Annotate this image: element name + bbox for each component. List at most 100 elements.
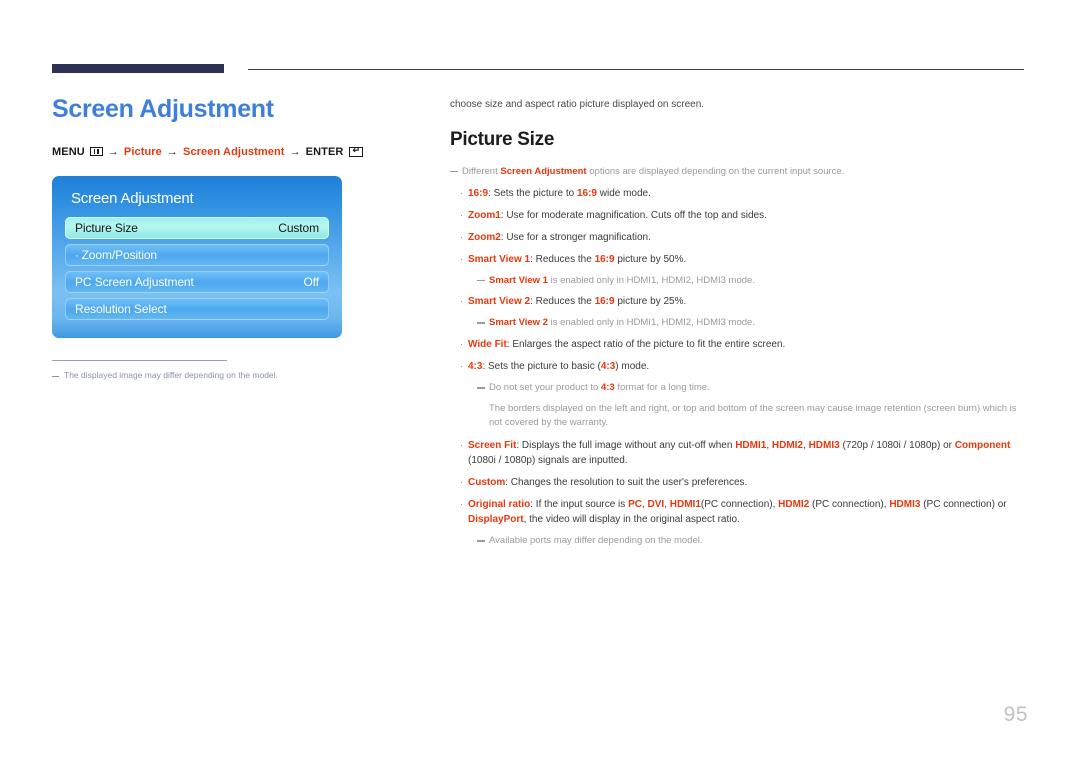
note-post: options are displayed depending on the c…	[586, 165, 845, 177]
source-hdmi3-tail: (PC connection)	[920, 499, 995, 511]
bullet-marker-icon: ·	[460, 187, 463, 198]
breadcrumb-item-screen-adjustment[interactable]: Screen Adjustment	[183, 146, 285, 158]
left-footnote-block: The displayed image may differ depending…	[52, 359, 342, 381]
list-item-body-pre: : Use for moderate magnification. Cuts o…	[500, 209, 767, 221]
port-component: Component	[954, 440, 1011, 452]
list-item-tail: (1080i / 1080p) signals are inputted.	[468, 455, 628, 467]
line2-tail: , the video will display in the original…	[523, 514, 740, 526]
osd-row-label: Zoom/Position	[81, 247, 158, 262]
header-rules	[52, 64, 1024, 76]
list-item-zoom2: · Zoom2: Use for a stronger magnificatio…	[450, 230, 1028, 245]
osd-row-value: Off	[303, 274, 320, 289]
left-column: Screen Adjustment MENU → Picture → Scree…	[52, 95, 422, 381]
note-different-options: Different Screen Adjustment options are …	[450, 165, 1028, 179]
list-item-term: Smart View 1	[468, 253, 531, 265]
dash-marker-icon	[450, 170, 458, 173]
list-item-body-pre: : Displays the full image without any cu…	[516, 440, 736, 452]
bullet-marker-icon: ·	[460, 231, 463, 242]
dash-marker-icon	[477, 279, 485, 282]
breadcrumb-item-picture[interactable]: Picture	[124, 146, 162, 158]
bullet-marker-icon: ·	[460, 361, 463, 372]
list-item-wide-fit: · Wide Fit: Enlarges the aspect ratio of…	[450, 337, 1028, 352]
note-text: Smart View 2 is enabled only in HDMI1, H…	[489, 317, 755, 329]
list-item-body-pre: : Reduces the	[530, 253, 595, 265]
source-pc: PC	[628, 499, 642, 511]
list-item-text: Screen Fit: Displays the full image with…	[468, 440, 1011, 467]
osd-row-zoom-position[interactable]: · Zoom/Position	[65, 243, 329, 266]
left-footnote-text: The displayed image may differ depending…	[64, 369, 278, 380]
list-item-term: Screen Fit	[468, 440, 517, 452]
list-item-body-pre: : Enlarges the aspect ratio of the pictu…	[506, 339, 786, 351]
list-item-body-post: picture by 25%.	[614, 296, 687, 308]
header-rule-thin	[248, 69, 1024, 70]
osd-row-prefix-dot: ·	[75, 249, 79, 262]
list-item-text: Wide Fit: Enlarges the aspect ratio of t…	[468, 337, 1028, 352]
list-item-text: 4:3: Sets the picture to basic (4:3) mod…	[468, 359, 1028, 374]
list-item-mid: (720p / 1080i / 1080p) or	[839, 440, 955, 452]
note-port-1: HDMI1	[626, 317, 657, 329]
note-port-2: HDMI2	[661, 317, 692, 329]
list-item-term: Smart View 2	[468, 296, 531, 308]
note-4-3-warning: Do not set your product to 4:3 format fo…	[477, 381, 1028, 395]
list-item-smart-view-2: · Smart View 2: Reduces the 16:9 picture…	[450, 294, 1028, 309]
list-item-text: 16:9: Sets the picture to 16:9 wide mode…	[468, 186, 1028, 201]
note-text: Smart View 1 is enabled only in HDMI1, H…	[489, 274, 755, 286]
list-item-term: Original ratio	[468, 499, 531, 511]
bullet-marker-icon: ·	[460, 339, 463, 350]
line2-pre: or	[997, 499, 1007, 511]
note-available-ports: Available ports may differ depending on …	[477, 534, 1028, 548]
breadcrumb-arrow-1: →	[107, 145, 119, 158]
osd-row-label-wrap: · Zoom/Position	[75, 248, 157, 262]
list-item-custom: · Custom: Changes the resolution to suit…	[450, 475, 1028, 490]
enter-return-icon: ↵	[349, 146, 364, 157]
source-dvi: DVI	[647, 499, 665, 511]
port-hdmi1: HDMI1	[735, 440, 767, 452]
list-item-body-pre: : Sets the picture to	[488, 187, 577, 199]
list-item-zoom1: · Zoom1: Use for moderate magnification.…	[450, 208, 1028, 223]
list-item-text: Zoom2: Use for a stronger magnification.	[468, 230, 1028, 245]
source-hdmi3: HDMI3	[889, 499, 921, 511]
note-tail: mode.	[725, 317, 755, 329]
list-item-body-pre: : If the input source is	[530, 499, 629, 511]
dash-marker-icon	[477, 322, 485, 324]
list-item-emph: 16:9	[594, 296, 615, 308]
note-pre: Do not set your product to	[489, 382, 601, 394]
bullet-marker-icon: ·	[460, 440, 463, 451]
list-item-emph: 16:9	[576, 187, 597, 199]
list-item-term: Zoom2	[468, 231, 501, 243]
note-port-1: HDMI1	[626, 274, 657, 286]
header-rule-thick	[52, 64, 224, 73]
left-footnote: The displayed image may differ depending…	[52, 370, 342, 381]
dash-marker-icon	[477, 387, 485, 389]
list-item-16-9: · 16:9: Sets the picture to 16:9 wide mo…	[450, 186, 1028, 201]
osd-panel: Screen Adjustment Picture Size Custom · Z…	[52, 175, 342, 338]
list-item-screen-fit: · Screen Fit: Displays the full image wi…	[450, 438, 1028, 468]
osd-row-picture-size[interactable]: Picture Size Custom	[65, 216, 329, 239]
list-item-text: Smart View 1: Reduces the 16:9 picture b…	[468, 252, 1028, 267]
note-4-3-warning-continued: The borders displayed on the left and ri…	[489, 402, 1017, 428]
breadcrumb-arrow-2: →	[166, 145, 179, 158]
osd-title: Screen Adjustment	[71, 189, 194, 207]
list-item-4-3: · 4:3: Sets the picture to basic (4:3) m…	[450, 359, 1028, 374]
list-item-smart-view-1: · Smart View 1: Reduces the 16:9 picture…	[450, 252, 1028, 267]
list-item-term: 16:9	[468, 187, 489, 199]
list-item-text: Custom: Changes the resolution to suit t…	[468, 475, 1028, 490]
list-item-body-post: ) mode.	[615, 361, 650, 373]
list-item-body-pre: : Sets the picture to basic (	[482, 361, 601, 373]
list-item-text: Original ratio: If the input source is P…	[468, 499, 1007, 526]
left-footnote-rule	[52, 359, 227, 361]
note-post: format for a long time.	[614, 382, 710, 394]
osd-row-resolution-select[interactable]: Resolution Select	[65, 297, 329, 320]
dash-marker-icon	[52, 375, 59, 377]
osd-row-value: Custom	[278, 220, 319, 235]
source-hdmi2-tail: (PC connection),	[809, 499, 890, 511]
bullet-marker-icon: ·	[460, 499, 463, 510]
source-hdmi2: HDMI2	[778, 499, 810, 511]
bullet-marker-icon: ·	[460, 296, 463, 307]
port-hdmi2: HDMI2	[771, 440, 803, 452]
osd-row-label: Picture Size	[75, 220, 138, 235]
breadcrumb-arrow-3: →	[289, 145, 301, 158]
section-title: Picture Size	[450, 129, 555, 150]
note-text: Available ports may differ depending on …	[489, 535, 703, 547]
osd-row-pc-screen-adjustment[interactable]: PC Screen Adjustment Off	[65, 270, 329, 293]
